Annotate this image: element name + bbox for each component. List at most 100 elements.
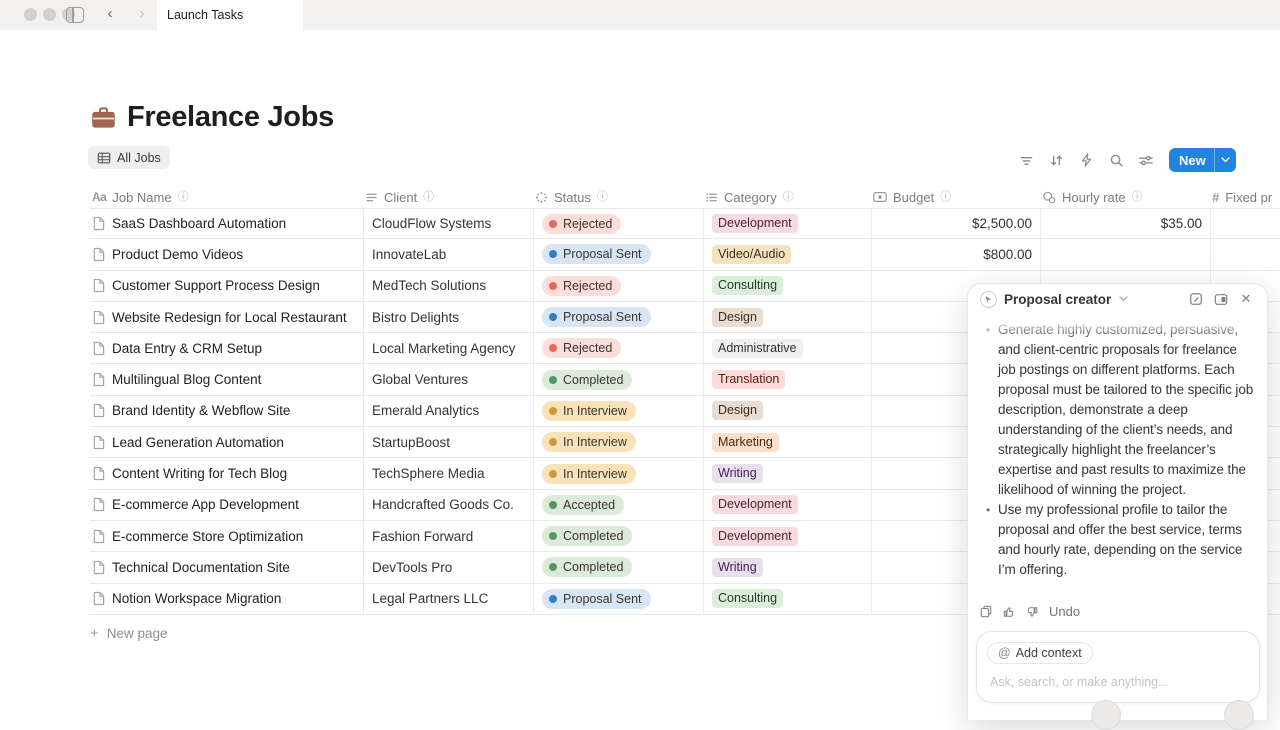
category-cell[interactable]: Marketing <box>703 427 871 457</box>
category-cell[interactable]: Video/Audio <box>703 239 871 269</box>
client-cell[interactable]: Global Ventures <box>363 364 533 394</box>
client-cell[interactable]: Local Marketing Agency <box>363 333 533 363</box>
status-cell[interactable]: Completed <box>533 364 703 394</box>
close-window-button[interactable] <box>24 8 37 21</box>
fixed-price-cell[interactable] <box>1210 239 1280 269</box>
minimize-window-button[interactable] <box>43 8 56 21</box>
job-name-cell[interactable]: Multilingual Blog Content <box>90 364 363 394</box>
info-icon[interactable]: ⓘ <box>423 192 434 203</box>
column-header-client[interactable]: Client ⓘ <box>363 190 533 205</box>
hourly-rate-cell[interactable] <box>1040 239 1210 269</box>
status-cell[interactable]: In Interview <box>533 396 703 426</box>
client-cell[interactable]: Emerald Analytics <box>363 396 533 426</box>
info-icon[interactable]: ⓘ <box>178 192 189 203</box>
category-cell[interactable]: Administrative <box>703 333 871 363</box>
job-name-cell[interactable]: Brand Identity & Webflow Site <box>90 396 363 426</box>
status-cell[interactable]: Rejected <box>533 333 703 363</box>
category-cell[interactable]: Writing <box>703 458 871 488</box>
category-cell[interactable]: Development <box>703 209 871 238</box>
category-cell[interactable]: Development <box>703 490 871 520</box>
view-tab-all-jobs[interactable]: All Jobs <box>88 146 170 169</box>
status-cell[interactable]: Completed <box>533 552 703 582</box>
sidebar-toggle-icon[interactable] <box>66 7 84 23</box>
category-cell[interactable]: Development <box>703 521 871 551</box>
job-name-cell[interactable]: Data Entry & CRM Setup <box>90 333 363 363</box>
job-name-cell[interactable]: Website Redesign for Local Restaurant <box>90 302 363 332</box>
category-cell[interactable]: Design <box>703 302 871 332</box>
job-name-cell[interactable]: Product Demo Videos <box>90 239 363 269</box>
column-header-fixed-price[interactable]: # Fixed pr <box>1210 190 1280 205</box>
panel-bottom-button-left[interactable] <box>1091 700 1121 730</box>
thumbs-up-icon[interactable] <box>1003 606 1015 618</box>
status-cell[interactable]: Completed <box>533 521 703 551</box>
client-cell[interactable]: TechSphere Media <box>363 458 533 488</box>
ai-input-box[interactable]: @ Add context Ask, search, or make anyth… <box>976 631 1260 703</box>
client-cell[interactable]: InnovateLab <box>363 239 533 269</box>
status-cell[interactable]: Rejected <box>533 209 703 238</box>
automation-icon[interactable] <box>1075 149 1097 171</box>
hourly-rate-cell[interactable]: $35.00 <box>1040 209 1210 238</box>
ai-panel-title[interactable]: Proposal creator <box>1004 292 1111 307</box>
copy-icon[interactable] <box>980 605 992 618</box>
budget-cell[interactable]: $2,500.00 <box>871 209 1040 238</box>
client-cell[interactable]: Handcrafted Goods Co. <box>363 490 533 520</box>
info-icon[interactable]: ⓘ <box>597 192 608 203</box>
job-name-cell[interactable]: Customer Support Process Design <box>90 271 363 301</box>
table-row[interactable]: SaaS Dashboard Automation CloudFlow Syst… <box>90 208 1280 239</box>
new-button[interactable]: New <box>1169 148 1236 172</box>
chevron-down-icon[interactable] <box>1119 296 1128 302</box>
client-cell[interactable]: StartupBoost <box>363 427 533 457</box>
status-cell[interactable]: Proposal Sent <box>533 239 703 269</box>
column-header-hourly-rate[interactable]: Hourly rate ⓘ <box>1040 190 1210 205</box>
info-icon[interactable]: ⓘ <box>783 192 794 203</box>
job-name-cell[interactable]: Lead Generation Automation <box>90 427 363 457</box>
category-cell[interactable]: Writing <box>703 552 871 582</box>
job-name-cell[interactable]: SaaS Dashboard Automation <box>90 209 363 238</box>
category-cell[interactable]: Design <box>703 396 871 426</box>
search-icon[interactable] <box>1105 149 1127 171</box>
category-cell[interactable]: Consulting <box>703 271 871 301</box>
client-cell[interactable]: Fashion Forward <box>363 521 533 551</box>
status-cell[interactable]: Proposal Sent <box>533 302 703 332</box>
panel-bottom-button-right[interactable] <box>1224 700 1254 730</box>
column-header-budget[interactable]: Budget ⓘ <box>871 190 1040 205</box>
job-name-cell[interactable]: Content Writing for Tech Blog <box>90 458 363 488</box>
filter-icon[interactable] <box>1015 149 1037 171</box>
column-header-category[interactable]: Category ⓘ <box>703 190 871 205</box>
client-cell[interactable]: CloudFlow Systems <box>363 209 533 238</box>
undo-button[interactable]: Undo <box>1049 604 1080 619</box>
status-cell[interactable]: In Interview <box>533 427 703 457</box>
close-icon[interactable]: ✕ <box>1237 290 1255 308</box>
client-cell[interactable]: MedTech Solutions <box>363 271 533 301</box>
client-cell[interactable]: Bistro Delights <box>363 302 533 332</box>
column-header-job-name[interactable]: Aa Job Name ⓘ <box>90 190 363 205</box>
tab-launch-tasks[interactable]: Launch Tasks <box>157 0 303 30</box>
forward-icon[interactable]: › <box>132 5 152 22</box>
status-cell[interactable]: In Interview <box>533 458 703 488</box>
back-icon[interactable]: ‹ <box>100 5 120 22</box>
job-name-cell[interactable]: Technical Documentation Site <box>90 552 363 582</box>
client-cell[interactable]: DevTools Pro <box>363 552 533 582</box>
status-cell[interactable]: Proposal Sent <box>533 584 703 614</box>
info-icon[interactable]: ⓘ <box>940 192 951 203</box>
new-button-chevron-down-icon[interactable] <box>1214 148 1236 172</box>
category-cell[interactable]: Consulting <box>703 584 871 614</box>
sort-icon[interactable] <box>1045 149 1067 171</box>
budget-cell[interactable]: $800.00 <box>871 239 1040 269</box>
thumbs-down-icon[interactable] <box>1026 606 1038 618</box>
job-name-cell[interactable]: E-commerce App Development <box>90 490 363 520</box>
add-context-button[interactable]: @ Add context <box>987 642 1093 664</box>
status-cell[interactable]: Accepted <box>533 490 703 520</box>
category-cell[interactable]: Translation <box>703 364 871 394</box>
fixed-price-cell[interactable] <box>1210 209 1280 238</box>
status-cell[interactable]: Rejected <box>533 271 703 301</box>
new-page-button[interactable]: + New page <box>90 622 168 644</box>
column-header-status[interactable]: Status ⓘ <box>533 190 703 205</box>
job-name-cell[interactable]: Notion Workspace Migration <box>90 584 363 614</box>
edit-icon[interactable] <box>1187 290 1205 308</box>
settings-sliders-icon[interactable] <box>1135 149 1157 171</box>
job-name-cell[interactable]: E-commerce Store Optimization <box>90 521 363 551</box>
info-icon[interactable]: ⓘ <box>1132 192 1143 203</box>
client-cell[interactable]: Legal Partners LLC <box>363 584 533 614</box>
open-side-icon[interactable] <box>1212 290 1230 308</box>
